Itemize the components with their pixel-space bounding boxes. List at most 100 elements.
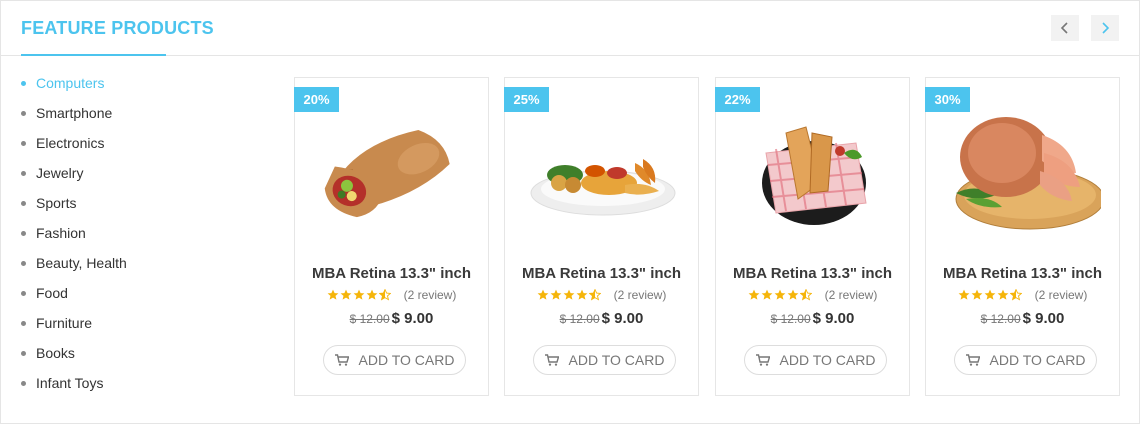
category-item-beauty-health[interactable]: Beauty, Health (21, 248, 127, 278)
category-item-jewelry[interactable]: Jewelry (21, 158, 127, 188)
star-icon (774, 289, 786, 300)
old-price: $ 12.00 (349, 312, 390, 326)
star-icon (563, 289, 575, 300)
add-to-card-button[interactable]: ADD TO CARD (954, 345, 1097, 375)
cart-icon (965, 354, 980, 366)
prev-button[interactable] (1051, 15, 1079, 41)
star-rating (537, 289, 601, 301)
bullet-icon (21, 231, 26, 236)
category-item-infant-toys[interactable]: Infant Toys (21, 368, 127, 398)
category-item-fashion[interactable]: Fashion (21, 218, 127, 248)
star-icon (761, 289, 773, 300)
product-rating: (2 review) (926, 288, 1119, 302)
bullet-icon (21, 81, 26, 86)
new-price: $ 9.00 (1022, 310, 1065, 327)
title-underline (21, 54, 166, 56)
cart-icon (544, 354, 559, 366)
section-header: FEATURE PRODUCTS (1, 1, 1140, 56)
old-price: $ 12.00 (980, 312, 1021, 326)
bullet-icon (21, 201, 26, 206)
product-name[interactable]: MBA Retina 13.3" inch (716, 265, 909, 282)
star-icon (353, 289, 365, 300)
category-item-food[interactable]: Food (21, 278, 127, 308)
category-label: Electronics (36, 135, 105, 151)
product-rating: (2 review) (295, 288, 488, 302)
category-list: Computers Smartphone Electronics Jewelry Spo… (21, 68, 127, 398)
category-item-sports[interactable]: Sports (21, 188, 127, 218)
star-rating (958, 289, 1022, 301)
category-label: Infant Toys (36, 375, 104, 391)
bullet-icon (21, 321, 26, 326)
product-name[interactable]: MBA Retina 13.3" inch (295, 265, 488, 282)
category-item-smartphone[interactable]: Smartphone (21, 98, 127, 128)
review-count: (2 review) (613, 288, 667, 302)
bullet-icon (21, 111, 26, 116)
bullet-icon (21, 141, 26, 146)
category-label: Jewelry (36, 165, 84, 181)
bullet-icon (21, 351, 26, 356)
category-label: Food (36, 285, 68, 301)
next-button[interactable] (1091, 15, 1119, 41)
category-label: Furniture (36, 315, 93, 331)
category-item-books[interactable]: Books (21, 338, 127, 368)
category-label: Smartphone (36, 105, 113, 121)
star-half-icon (588, 289, 601, 301)
star-icon (366, 289, 378, 300)
discount-badge: 22% (715, 87, 760, 112)
star-icon (984, 289, 996, 300)
section-title: FEATURE PRODUCTS (21, 18, 214, 38)
category-label: Sports (36, 195, 77, 211)
product-rating: (2 review) (505, 288, 698, 302)
add-to-card-button[interactable]: ADD TO CARD (533, 345, 676, 375)
discount-badge: 20% (294, 87, 339, 112)
star-rating (748, 289, 812, 301)
new-price: $ 9.00 (391, 310, 434, 327)
add-to-card-label: ADD TO CARD (779, 352, 876, 368)
product-card[interactable]: 22% MBA Retina 13.3" inch (2 review) $ 1… (715, 77, 910, 396)
product-image[interactable] (736, 113, 891, 238)
category-label: Fashion (36, 225, 86, 241)
review-count: (2 review) (824, 288, 878, 302)
add-to-card-button[interactable]: ADD TO CARD (744, 345, 887, 375)
product-name[interactable]: MBA Retina 13.3" inch (505, 265, 698, 282)
new-price: $ 9.00 (812, 310, 855, 327)
product-image[interactable] (525, 113, 680, 238)
category-item-computers[interactable]: Computers (21, 68, 127, 98)
star-half-icon (799, 289, 812, 301)
bullet-icon (21, 261, 26, 266)
product-card[interactable]: 25% MBA Retina 13.3" inch (2 review) $ 1… (504, 77, 699, 396)
old-price: $ 12.00 (770, 312, 811, 326)
product-image[interactable] (946, 113, 1101, 238)
review-count: (2 review) (1034, 288, 1088, 302)
star-half-icon (378, 289, 391, 301)
product-rating: (2 review) (716, 288, 909, 302)
product-image[interactable] (315, 113, 470, 238)
review-count: (2 review) (403, 288, 457, 302)
bullet-icon (21, 291, 26, 296)
discount-badge: 30% (925, 87, 970, 112)
product-card[interactable]: 30% MBA Retina 13.3" inch (2 review) $ 1… (925, 77, 1120, 396)
category-item-electronics[interactable]: Electronics (21, 128, 127, 158)
star-icon (971, 289, 983, 300)
cart-icon (334, 354, 349, 366)
chevron-left-icon (1060, 22, 1068, 34)
category-item-furniture[interactable]: Furniture (21, 308, 127, 338)
product-price: $ 12.00 $ 9.00 (505, 310, 698, 328)
product-name[interactable]: MBA Retina 13.3" inch (926, 265, 1119, 282)
star-icon (576, 289, 588, 300)
product-price: $ 12.00 $ 9.00 (926, 310, 1119, 328)
product-price: $ 12.00 $ 9.00 (295, 310, 488, 328)
category-label: Beauty, Health (36, 255, 127, 271)
bullet-icon (21, 381, 26, 386)
bullet-icon (21, 171, 26, 176)
new-price: $ 9.00 (601, 310, 644, 327)
star-icon (997, 289, 1009, 300)
star-icon (537, 289, 549, 300)
star-icon (550, 289, 562, 300)
add-to-card-button[interactable]: ADD TO CARD (323, 345, 466, 375)
star-icon (748, 289, 760, 300)
cart-icon (755, 354, 770, 366)
product-card[interactable]: 20% MBA Retina 13.3" inch (2 review) $ 1… (294, 77, 489, 396)
add-to-card-label: ADD TO CARD (989, 352, 1086, 368)
star-icon (787, 289, 799, 300)
